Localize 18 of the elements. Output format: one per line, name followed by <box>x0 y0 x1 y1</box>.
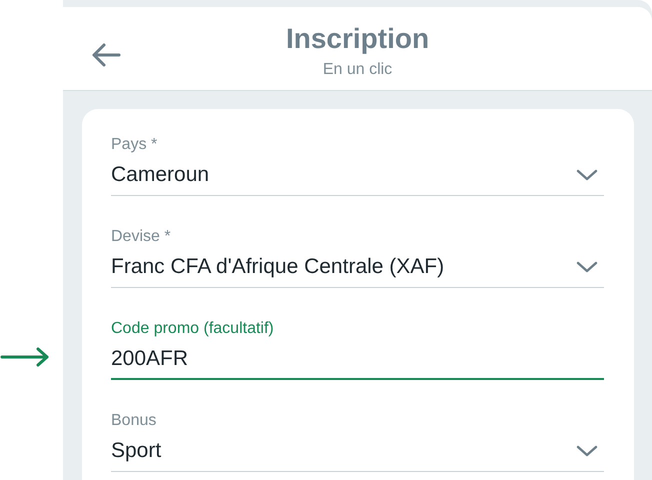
field-label: Pays * <box>111 135 158 155</box>
field-value: 200AFR <box>111 346 188 372</box>
page-title: Inscription <box>286 22 430 54</box>
field-value: Cameroun <box>111 162 210 188</box>
chevron-down-icon <box>576 261 598 273</box>
field-value: Franc CFA d'Afrique Centrale (XAF) <box>111 254 444 280</box>
input-field[interactable]: Code promo (facultatif) 200AFR <box>111 319 604 380</box>
page-subtitle: En un clic <box>322 60 392 78</box>
field-value: Sport <box>111 438 162 464</box>
select-field[interactable]: Devise * Franc CFA d'Afrique Centrale (XAF) <box>111 227 604 288</box>
select-field[interactable]: Bonus Sport <box>111 411 604 472</box>
chevron-down-icon <box>576 445 598 457</box>
field-label: Bonus <box>111 411 158 431</box>
field-label: Code promo (facultatif) <box>111 319 275 339</box>
chevron-down-icon <box>576 169 598 181</box>
back-arrow-icon[interactable] <box>91 42 121 68</box>
select-field[interactable]: Pays * Cameroun <box>111 135 604 196</box>
field-label: Devise * <box>111 227 172 247</box>
